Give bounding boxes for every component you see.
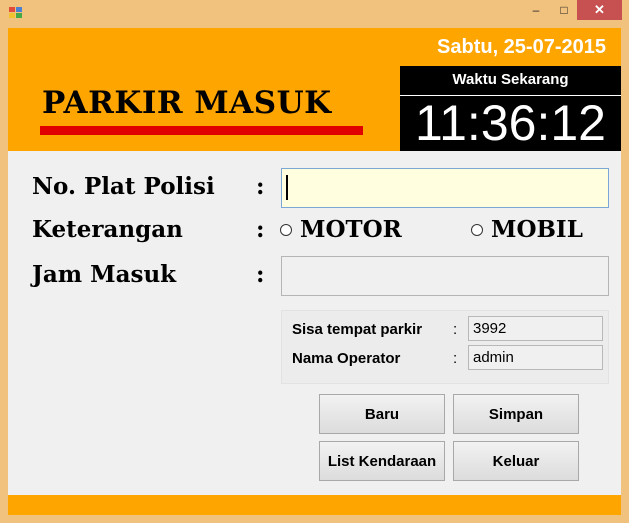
operator-label: Nama Operator [292,350,401,367]
footer-band [8,495,621,515]
current-date: Sabtu, 25-07-2015 [437,36,606,58]
plate-colon: : [256,173,265,200]
exit-button[interactable]: Keluar [453,441,579,481]
maximize-button[interactable]: □ [550,0,578,20]
parking-info-panel: Sisa tempat parkir : 3992 Nama Operator … [281,310,609,384]
radio-mobil-label: MOBIL [491,216,583,243]
operator-colon: : [453,350,458,367]
plate-number-input[interactable] [281,168,609,208]
operator-value: admin [468,345,603,370]
remaining-slots-value: 3992 [468,316,603,341]
clock-time: 11:36:12 [415,95,606,151]
vehicle-list-button[interactable]: List Kendaraan [319,441,445,481]
app-icon [9,7,23,19]
remaining-slots-colon: : [453,321,458,338]
close-button[interactable]: ✕ [577,0,622,20]
title-bar: – □ ✕ [0,0,629,28]
radio-motor[interactable]: MOTOR [280,216,402,243]
radio-motor-label: MOTOR [300,216,402,243]
window-frame-left [0,28,8,523]
title-underline [40,126,363,135]
new-button[interactable]: Baru [319,394,445,434]
header-banner: Sabtu, 25-07-2015 PARKIR MASUK Waktu Sek… [8,28,621,151]
remaining-slots-label: Sisa tempat parkir [292,321,423,338]
clock-panel: Waktu Sekarang 11:36:12 [400,66,621,151]
text-caret [286,175,288,200]
radio-button-icon[interactable] [471,223,483,236]
window-frame-right [621,28,629,523]
entry-time-colon: : [256,261,265,288]
clock-label: Waktu Sekarang [452,71,569,88]
main-form: Sabtu, 25-07-2015 PARKIR MASUK Waktu Sek… [8,28,621,515]
plate-label: No. Plat Polisi [32,173,215,200]
radio-button-icon[interactable] [280,223,292,236]
vehicle-type-label: Keterangan [32,216,183,243]
page-title: PARKIR MASUK [42,85,332,121]
radio-mobil[interactable]: MOBIL [471,216,583,243]
minimize-button[interactable]: – [522,0,550,20]
entry-time-label: Jam Masuk [32,261,177,288]
entry-time-field[interactable] [281,256,609,296]
save-button[interactable]: Simpan [453,394,579,434]
vehicle-type-colon: : [256,216,265,243]
